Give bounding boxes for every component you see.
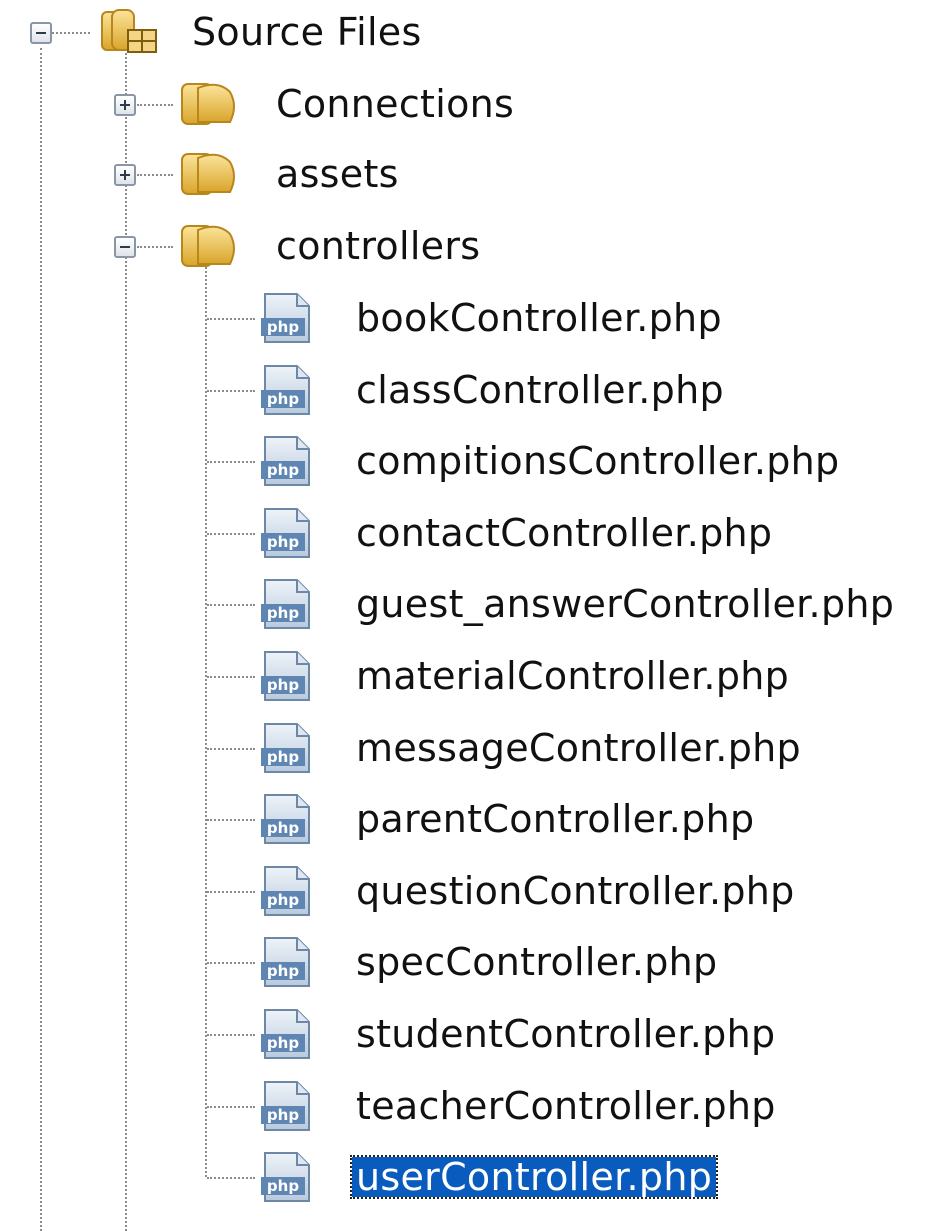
php-file-icon-text: php bbox=[267, 1034, 299, 1052]
tree-branch-line bbox=[137, 104, 173, 106]
php-file-icon: php bbox=[257, 936, 317, 992]
tree-branch-line bbox=[207, 604, 255, 606]
tree-branch-line bbox=[207, 390, 255, 392]
php-file-icon: php bbox=[257, 578, 317, 634]
tree-branch-line bbox=[207, 318, 255, 320]
expand-toggle[interactable] bbox=[114, 94, 136, 116]
tree-file-item[interactable]: php materialController.php bbox=[0, 650, 950, 701]
folder-icon bbox=[178, 78, 242, 132]
tree-file-item[interactable]: php studentController.php bbox=[0, 1008, 950, 1059]
php-file-icon: php bbox=[257, 722, 317, 778]
tree-file-label: contactController.php bbox=[356, 511, 773, 555]
php-file-icon-text: php bbox=[267, 390, 299, 408]
tree-branch-line bbox=[207, 1177, 255, 1179]
tree-branch-line bbox=[207, 819, 255, 821]
php-file-icon-text: php bbox=[267, 533, 299, 551]
php-file-icon: php bbox=[257, 1151, 317, 1207]
tree-file-item[interactable]: php userController.php bbox=[0, 1151, 950, 1202]
tree-file-item[interactable]: php teacherController.php bbox=[0, 1080, 950, 1131]
tree-file-item[interactable]: php guest_answerController.php bbox=[0, 578, 950, 629]
tree-file-item[interactable]: php compitionsController.php bbox=[0, 435, 950, 486]
tree-file-label: bookController.php bbox=[356, 296, 722, 340]
tree-file-label: specController.php bbox=[356, 940, 718, 984]
php-file-icon-text: php bbox=[267, 676, 299, 694]
php-file-icon: php bbox=[257, 364, 317, 420]
php-file-icon: php bbox=[257, 292, 317, 348]
tree-node-connections[interactable]: Connections bbox=[0, 78, 560, 128]
tree-branch-line bbox=[207, 533, 255, 535]
tree-file-item[interactable]: php questionController.php bbox=[0, 865, 950, 916]
collapse-toggle[interactable] bbox=[30, 22, 52, 44]
php-file-icon-text: php bbox=[267, 604, 299, 622]
php-file-icon: php bbox=[257, 507, 317, 563]
tree-branch-line bbox=[207, 676, 255, 678]
tree-file-label: studentController.php bbox=[356, 1012, 776, 1056]
tree-file-label: parentController.php bbox=[356, 797, 755, 841]
php-file-icon-text: php bbox=[267, 962, 299, 980]
tree-file-label: questionController.php bbox=[356, 869, 795, 913]
tree-branch-line bbox=[137, 246, 173, 248]
tree-file-label: classController.php bbox=[356, 368, 724, 412]
tree-branch-line bbox=[137, 174, 173, 176]
php-file-icon: php bbox=[257, 865, 317, 921]
tree-file-label: messageController.php bbox=[356, 726, 801, 770]
php-file-icon: php bbox=[257, 793, 317, 849]
tree-file-item[interactable]: php bookController.php bbox=[0, 292, 950, 343]
tree-file-item[interactable]: php messageController.php bbox=[0, 722, 950, 773]
tree-file-label: compitionsController.php bbox=[356, 439, 840, 483]
tree-file-label: guest_answerController.php bbox=[356, 582, 895, 626]
php-file-icon-text: php bbox=[267, 1106, 299, 1124]
tree-branch-line bbox=[207, 1106, 255, 1108]
tree-node-label: Source Files bbox=[192, 10, 422, 54]
tree-node-label: assets bbox=[276, 152, 399, 196]
expand-toggle[interactable] bbox=[114, 164, 136, 186]
php-file-icon-text: php bbox=[267, 891, 299, 909]
tree-file-label: materialController.php bbox=[356, 654, 790, 698]
collapse-toggle[interactable] bbox=[114, 236, 136, 258]
tree-file-label-selected: userController.php bbox=[349, 1155, 719, 1199]
tree-file-item[interactable]: php specController.php bbox=[0, 936, 950, 987]
tree-branch-line bbox=[207, 891, 255, 893]
tree-node-label: Connections bbox=[276, 82, 515, 126]
tree-file-label: teacherController.php bbox=[356, 1084, 776, 1128]
php-file-icon-text: php bbox=[267, 748, 299, 766]
tree-file-item[interactable]: php parentController.php bbox=[0, 793, 950, 844]
tree-node-label: controllers bbox=[276, 224, 481, 268]
php-file-icon-text: php bbox=[267, 1177, 299, 1195]
source-folder-icon bbox=[98, 6, 162, 60]
folder-open-icon bbox=[178, 220, 242, 274]
tree-node-source-files[interactable]: Source Files bbox=[0, 6, 460, 56]
php-file-icon: php bbox=[257, 1080, 317, 1136]
tree-file-item[interactable]: php classController.php bbox=[0, 364, 950, 415]
tree-branch-line bbox=[207, 1034, 255, 1036]
tree-node-controllers[interactable]: controllers bbox=[0, 220, 560, 270]
php-file-icon-text: php bbox=[267, 819, 299, 837]
tree-branch-line bbox=[207, 748, 255, 750]
tree-file-item[interactable]: php contactController.php bbox=[0, 507, 950, 558]
php-file-icon-text: php bbox=[267, 318, 299, 336]
tree-branch-line bbox=[207, 962, 255, 964]
php-file-icon: php bbox=[257, 650, 317, 706]
tree-branch-line bbox=[52, 32, 90, 34]
php-file-icon: php bbox=[257, 1008, 317, 1064]
php-file-icon-text: php bbox=[267, 461, 299, 479]
project-tree: Source Files Connections assets controll… bbox=[0, 0, 950, 1231]
tree-branch-line bbox=[207, 461, 255, 463]
php-file-icon: php bbox=[257, 435, 317, 491]
tree-node-assets[interactable]: assets bbox=[0, 148, 560, 198]
folder-icon bbox=[178, 148, 242, 202]
